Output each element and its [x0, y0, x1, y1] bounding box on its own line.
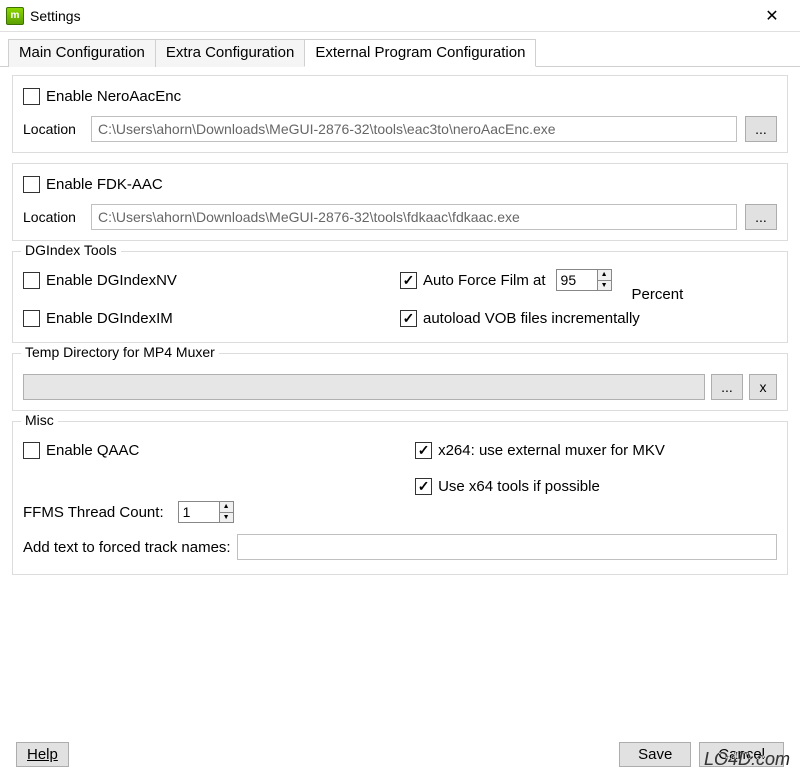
- titlebar: m Settings ✕: [0, 0, 800, 32]
- checkbox-x264-muxer[interactable]: [415, 442, 432, 459]
- checkbox-x64-tools[interactable]: [415, 478, 432, 495]
- help-button[interactable]: Help: [16, 742, 69, 767]
- input-ffms-value[interactable]: 1: [178, 501, 220, 523]
- clear-tempdir-button[interactable]: x: [749, 374, 777, 400]
- app-icon: m: [6, 7, 24, 25]
- label-percent: Percent: [632, 286, 684, 303]
- group-tempdir: Temp Directory for MP4 Muxer ... x: [12, 353, 788, 411]
- checkbox-qaac[interactable]: [23, 442, 40, 459]
- close-button[interactable]: ✕: [752, 6, 792, 26]
- footer: Help Save Cancel: [0, 732, 800, 776]
- save-button[interactable]: Save: [619, 742, 691, 767]
- tab-content: Enable NeroAacEnc Location C:\Users\ahor…: [0, 67, 800, 575]
- label-nero-enable: Enable NeroAacEnc: [46, 88, 181, 105]
- label-autoload-vob: autoload VOB files incrementally: [423, 310, 640, 327]
- label-x264-muxer: x264: use external muxer for MKV: [438, 442, 665, 459]
- checkbox-nero-enable[interactable]: [23, 88, 40, 105]
- tab-extra[interactable]: Extra Configuration: [155, 39, 305, 67]
- label-forced-track: Add text to forced track names:: [23, 539, 231, 556]
- checkbox-autoload-vob[interactable]: [400, 310, 417, 327]
- cancel-button[interactable]: Cancel: [699, 742, 784, 767]
- checkbox-dgindexim[interactable]: [23, 310, 40, 327]
- checkbox-autoforce[interactable]: [400, 272, 417, 289]
- label-qaac: Enable QAAC: [46, 442, 139, 459]
- group-misc: Misc Enable QAAC FFMS Thread Count: 1 ▲▼: [12, 421, 788, 575]
- group-nero: Enable NeroAacEnc Location C:\Users\ahor…: [12, 75, 788, 153]
- window-title: Settings: [30, 8, 752, 24]
- group-fdk: Enable FDK-AAC Location C:\Users\ahorn\D…: [12, 163, 788, 241]
- browse-fdk-button[interactable]: ...: [745, 204, 777, 230]
- legend-misc: Misc: [21, 412, 58, 428]
- spinner-buttons[interactable]: ▲▼: [598, 269, 612, 291]
- tab-external[interactable]: External Program Configuration: [304, 39, 536, 67]
- input-tempdir[interactable]: [23, 374, 705, 400]
- label-fdk-location: Location: [23, 209, 83, 225]
- checkbox-dgindexnv[interactable]: [23, 272, 40, 289]
- label-ffms: FFMS Thread Count:: [23, 504, 164, 521]
- label-autoforce: Auto Force Film at: [423, 272, 546, 289]
- legend-dgindex: DGIndex Tools: [21, 242, 121, 258]
- label-fdk-enable: Enable FDK-AAC: [46, 176, 163, 193]
- input-forced-track[interactable]: [237, 534, 777, 560]
- input-nero-path[interactable]: C:\Users\ahorn\Downloads\MeGUI-2876-32\t…: [91, 116, 737, 142]
- label-nero-location: Location: [23, 121, 83, 137]
- label-dgindexim: Enable DGIndexIM: [46, 310, 173, 327]
- input-fdk-path[interactable]: C:\Users\ahorn\Downloads\MeGUI-2876-32\t…: [91, 204, 737, 230]
- browse-nero-button[interactable]: ...: [745, 116, 777, 142]
- group-dgindex: DGIndex Tools Enable DGIndexNV Enable DG…: [12, 251, 788, 343]
- legend-tempdir: Temp Directory for MP4 Muxer: [21, 344, 219, 360]
- checkbox-fdk-enable[interactable]: [23, 176, 40, 193]
- label-dgindexnv: Enable DGIndexNV: [46, 272, 177, 289]
- spinner-ffms[interactable]: 1 ▲▼: [178, 501, 234, 523]
- tab-main[interactable]: Main Configuration: [8, 39, 156, 67]
- input-autoforce-value[interactable]: 95: [556, 269, 598, 291]
- tabbar: Main Configuration Extra Configuration E…: [0, 32, 800, 67]
- spinner-autoforce[interactable]: 95 ▲▼: [556, 269, 612, 291]
- label-x64-tools: Use x64 tools if possible: [438, 478, 600, 495]
- browse-tempdir-button[interactable]: ...: [711, 374, 743, 400]
- spinner-ffms-buttons[interactable]: ▲▼: [220, 501, 234, 523]
